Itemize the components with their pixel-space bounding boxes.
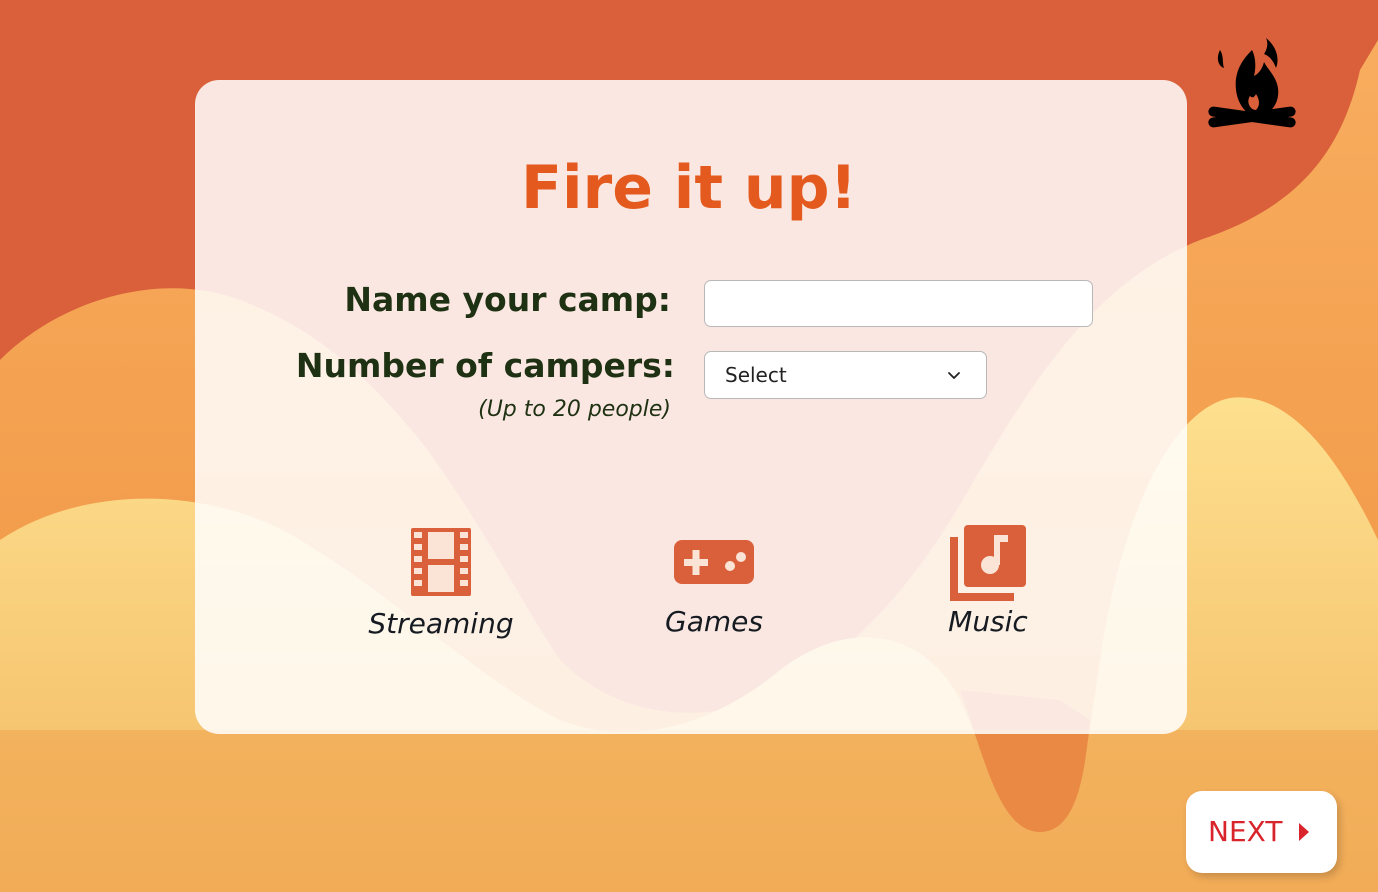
campers-label: Number of campers: [295,346,675,385]
app-screen: Fire it up! Name your camp: Number of ca… [0,0,1378,892]
music-library-icon [950,525,1026,601]
campfire-icon [1208,38,1296,128]
option-music[interactable]: Music [930,525,1046,645]
option-streaming[interactable]: Streaming [360,525,522,645]
campers-select-value: Select [725,363,787,387]
option-music-label: Music [948,605,1028,638]
camp-name-input[interactable] [704,280,1093,327]
campers-select[interactable]: Select [704,351,987,399]
camp-name-label: Name your camp: [344,280,671,319]
chevron-down-icon [948,372,960,379]
gamepad-icon [674,540,754,584]
caret-right-icon [1299,823,1309,841]
page-title: Fire it up! [521,153,857,223]
campers-hint: (Up to 20 people) [478,397,671,422]
next-button[interactable]: NEXT [1186,791,1337,873]
option-streaming-label: Streaming [368,607,514,640]
film-icon [411,528,471,596]
option-games-label: Games [665,605,763,638]
option-games[interactable]: Games [648,525,780,645]
next-button-label: NEXT [1208,815,1283,848]
